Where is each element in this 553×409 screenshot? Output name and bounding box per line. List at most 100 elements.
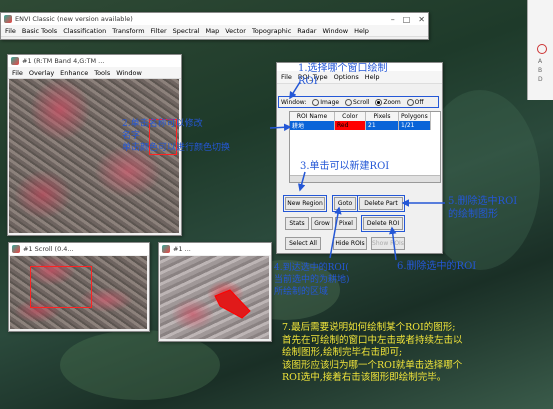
column-header[interactable]: Polygons	[398, 112, 431, 121]
annotation-6: 6.删除选中的ROI	[397, 261, 477, 272]
annotation-1-line: 1.选择哪个窗口绘制	[298, 63, 388, 74]
annotation-1-line: ROI	[298, 76, 318, 87]
annotation-5-line: 的绘制图形	[448, 209, 498, 220]
image-title: #1 (R:TM Band 4,G:TM ...	[22, 57, 105, 65]
new-region-button[interactable]: New Region	[283, 195, 327, 212]
zoom-view[interactable]	[160, 256, 269, 339]
envi-app-icon	[12, 245, 20, 253]
radio-zoom-label: Zoom	[383, 99, 401, 106]
goto-button[interactable]: Goto	[332, 195, 358, 212]
annotation-7-line: 首先在可绘制的窗口中左击或者持续左击以	[282, 334, 463, 346]
scroll-window: #1 Scroll (0.4...	[8, 242, 150, 332]
menu-help[interactable]: Help	[354, 27, 369, 35]
annotation-3: 3.单击可以新建ROI	[300, 161, 390, 172]
menu-filter[interactable]: Filter	[151, 27, 167, 35]
menu-vector[interactable]: Vector	[225, 27, 246, 35]
delete-part-button[interactable]: Delete Part	[357, 195, 405, 212]
radio-scroll[interactable]	[345, 99, 352, 106]
side-panel: A B D	[527, 0, 553, 100]
window-selector: Window: Image Scroll Zoom Off	[278, 96, 439, 108]
menu-enhance[interactable]: Enhance	[60, 69, 88, 77]
show-rois-button: Show ROIs	[371, 237, 405, 250]
roi-color-cell[interactable]: Red	[334, 121, 366, 130]
roi-polygons-cell: 1/21	[398, 121, 431, 130]
roi-name-cell[interactable]: 耕地	[290, 121, 335, 130]
menu-tools[interactable]: Tools	[94, 69, 110, 77]
menu-file[interactable]: File	[5, 27, 16, 35]
delete-roi-button[interactable]: Delete ROI	[361, 215, 405, 232]
side-panel-text: B	[538, 67, 543, 74]
radio-image[interactable]	[312, 99, 320, 106]
select-all-button[interactable]: Select All	[285, 237, 321, 250]
envi-app-icon	[11, 57, 19, 65]
annotation-4: 4.到达选中的ROI( 当前选中的为耕地) 所绘制的区域	[274, 262, 350, 298]
hide-rois-button[interactable]: Hide ROIs	[333, 237, 367, 250]
radio-zoom[interactable]	[375, 99, 383, 106]
annotation-4-line: 4.到达选中的ROI(	[274, 263, 349, 273]
annotation-7-line: 绘制图形,绘制完毕右击即可;	[282, 347, 403, 358]
menu-window[interactable]: Window	[322, 27, 348, 35]
annotation-5: 5.删除选中ROI 的绘制图形	[448, 195, 517, 221]
menu-overlay[interactable]: Overlay	[29, 69, 54, 77]
column-header[interactable]: Color	[334, 112, 366, 121]
menu-spectral[interactable]: Spectral	[173, 27, 200, 35]
roi-table-grid: ROI Name Color Pixels Polygons 耕地 Red 21…	[290, 112, 431, 130]
radio-image-label: Image	[320, 99, 340, 106]
annotation-7-line: ROI选中,接着右击该图形即绘制完毕。	[282, 372, 447, 383]
annotation-7-line: 该图形应该归为哪一个ROI就单击选择哪个	[282, 359, 463, 371]
column-header[interactable]: ROI Name	[290, 112, 335, 121]
side-panel-text: A	[538, 58, 543, 65]
menu-file[interactable]: File	[12, 69, 23, 77]
annotation-2-line: 名字	[122, 131, 141, 141]
maximize-icon[interactable]: □	[403, 15, 411, 24]
menu-map[interactable]: Map	[206, 27, 220, 35]
roi-table-header: ROI Name Color Pixels Polygons	[290, 112, 431, 121]
scroll-title: #1 Scroll (0.4...	[23, 245, 74, 253]
roi-tool-window: File ROI_Type Options Help Window: Image…	[276, 62, 443, 254]
annotation-1: 1.选择哪个窗口绘制 ROI	[298, 62, 388, 88]
annotation-7: 7.最后需要说明如何绘制某个ROI的图形; 首先在可绘制的窗口中左击或者持续左击…	[282, 322, 463, 385]
column-header[interactable]: Pixels	[365, 112, 399, 121]
scroll-view[interactable]	[10, 256, 147, 329]
annotation-2-line: 单击颜色可以进行颜色切换	[122, 143, 231, 153]
annotation-2: 2.单击名称可以修改 名字 单击颜色可以进行颜色切换	[122, 118, 230, 154]
image-view[interactable]	[9, 79, 179, 233]
minimize-icon[interactable]: –	[391, 15, 395, 24]
menu-radar[interactable]: Radar	[297, 27, 316, 35]
image-menu-bar: File Overlay Enhance Tools Window	[8, 67, 181, 79]
zoom-title-bar: #1 ...	[159, 243, 271, 255]
menu-file[interactable]: File	[281, 73, 292, 81]
envi-app-icon	[4, 15, 12, 23]
menu-basic-tools[interactable]: Basic Tools	[22, 27, 57, 35]
envi-title-bar: ENVI Classic (new version available) – □…	[1, 13, 428, 25]
annotation-2-line: 2.单击名称可以修改	[122, 119, 203, 129]
grow-button[interactable]: Grow	[311, 217, 333, 230]
menu-topographic[interactable]: Topographic	[252, 27, 291, 35]
menu-transform[interactable]: Transform	[112, 27, 144, 35]
side-panel-text: D	[538, 76, 543, 83]
envi-title: ENVI Classic (new version available)	[15, 15, 133, 23]
radio-off-label: Off	[414, 99, 424, 106]
roi-pixels-cell: 21	[365, 121, 399, 130]
horizontal-scrollbar[interactable]	[290, 175, 440, 182]
annotation-5-line: 5.删除选中ROI	[448, 196, 518, 207]
radio-scroll-label: Scroll	[353, 99, 370, 106]
radio-off[interactable]	[406, 99, 414, 106]
annotation-4-line: 当前选中的为耕地)	[274, 275, 350, 285]
annotation-4-line: 所绘制的区域	[274, 287, 329, 297]
image-title-bar: #1 (R:TM Band 4,G:TM ...	[8, 55, 181, 67]
envi-menu-bar: File Basic Tools Classification Transfor…	[1, 25, 428, 37]
scroll-title-bar: #1 Scroll (0.4...	[9, 243, 149, 255]
zoom-window: #1 ...	[158, 242, 272, 342]
close-icon[interactable]: ✕	[418, 15, 425, 24]
envi-app-icon	[162, 245, 170, 253]
window-selector-label: Window:	[281, 99, 307, 106]
menu-classification[interactable]: Classification	[63, 27, 106, 35]
table-row[interactable]: 耕地 Red 21 1/21	[290, 121, 431, 130]
menu-window[interactable]: Window	[116, 69, 142, 77]
scroll-box	[30, 266, 92, 308]
pixel-button[interactable]: Pixel	[335, 217, 357, 230]
roi-polygon	[214, 289, 251, 319]
stats-button[interactable]: Stats	[285, 217, 309, 230]
envi-main-window: ENVI Classic (new version available) – □…	[0, 12, 429, 40]
